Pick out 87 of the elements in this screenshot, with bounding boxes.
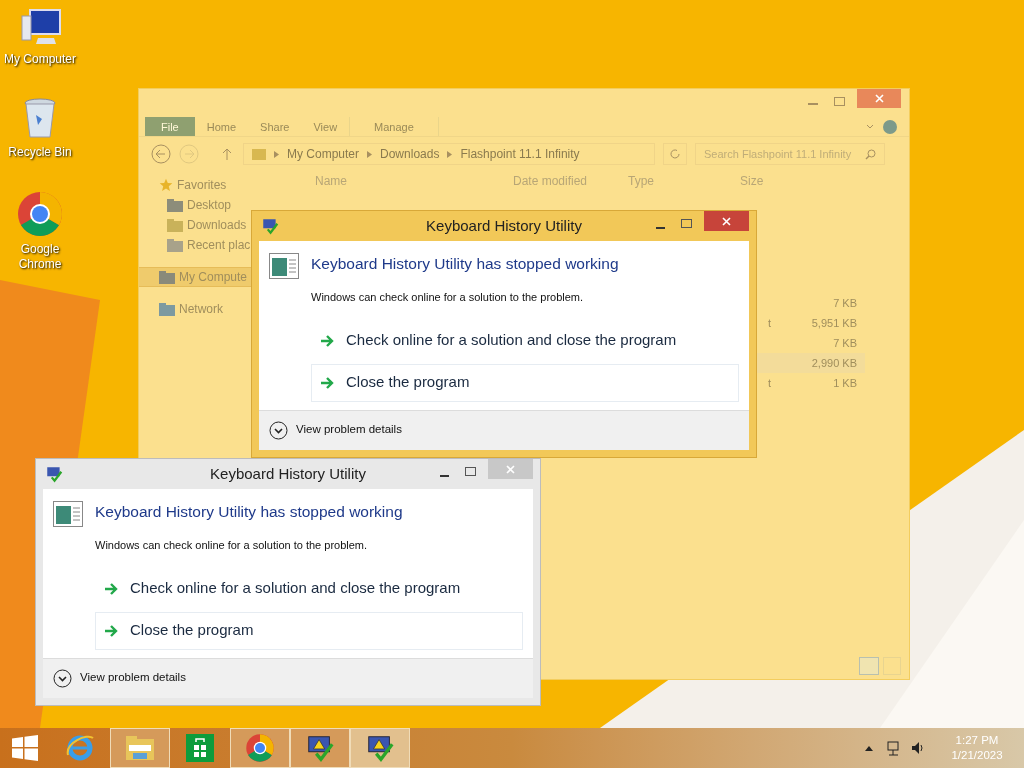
maximize-icon[interactable] [465, 466, 476, 476]
nav-item[interactable]: Downloads [139, 215, 263, 235]
chevron-up-icon[interactable] [864, 744, 874, 752]
command-link[interactable]: Check online for a solution and close the program [95, 569, 523, 608]
details-toggle-button[interactable]: View problem details [269, 420, 402, 440]
refresh-button[interactable] [663, 143, 687, 165]
chevron-down-icon [53, 668, 72, 688]
folder-icon [159, 302, 175, 316]
window-title: Keyboard History Utility [210, 463, 366, 484]
folder-icon [167, 198, 183, 212]
speaker-icon[interactable] [910, 740, 926, 756]
dialog-message: Windows can check online for a solution to the problem. [94, 538, 369, 553]
close-icon [506, 464, 515, 474]
back-icon[interactable] [151, 144, 171, 164]
close-button[interactable] [488, 459, 533, 479]
command-link[interactable]: Check online for a solution and close the program [311, 321, 739, 360]
breadcrumb-separator-icon [367, 150, 373, 158]
chevron-down-icon [269, 420, 288, 440]
ribbon-tab[interactable]: View [301, 117, 350, 136]
search-field[interactable]: Search Flashpoint 11.1 Infinity [695, 143, 885, 165]
star-icon [159, 178, 173, 192]
desktop-icon-label[interactable]: My Computer [4, 52, 76, 67]
browser-e-icon [65, 733, 95, 763]
folder-icon [159, 270, 175, 284]
app-icon [45, 465, 63, 483]
taskbar-button[interactable] [230, 728, 290, 768]
command-link[interactable]: Close the program [95, 611, 523, 650]
table-cell-text: 5,951 KB [810, 315, 858, 331]
nav-item[interactable]: Network [139, 299, 263, 319]
close-button[interactable] [857, 89, 901, 108]
chrome-icon [16, 190, 64, 238]
arrow-right-icon [320, 334, 334, 347]
app-icon [261, 217, 279, 235]
nav-item[interactable]: Recent plac [139, 235, 263, 255]
breadcrumb-item[interactable]: Downloads [380, 145, 440, 163]
breadcrumb-item[interactable]: Flashpoint 11.1 Infinity [460, 145, 580, 163]
help-icon[interactable] [883, 120, 897, 134]
arrow-right-icon [104, 624, 118, 637]
close-icon [722, 216, 731, 226]
close-button[interactable] [704, 211, 749, 231]
taskbar-button[interactable] [350, 728, 410, 768]
arrow-right-icon [104, 582, 118, 595]
chrome-icon [245, 733, 275, 763]
ribbon-tab[interactable]: Home [194, 117, 249, 136]
trash-bin-icon [22, 97, 58, 141]
breadcrumb-item[interactable]: My Computer [287, 145, 360, 163]
taskbar-button[interactable] [290, 728, 350, 768]
nav-item[interactable]: Desktop [139, 195, 263, 215]
search-icon [865, 148, 876, 160]
shopping-bag-icon [185, 733, 215, 763]
breadcrumb-separator-icon [447, 150, 453, 158]
folder-icon [252, 148, 266, 160]
breadcrumb-separator-icon [274, 150, 279, 158]
folder-icon [167, 238, 183, 252]
details-view-icon[interactable] [859, 657, 879, 675]
column-header[interactable]: Size [692, 172, 909, 190]
address-bar[interactable]: My Computer Downloads Flashpoint 11.1 Infinity [243, 143, 655, 165]
ribbon-tab[interactable]: Share [248, 117, 302, 136]
ribbon-tab[interactable]: File [145, 117, 195, 136]
ribbon-tab[interactable]: Manage [349, 117, 439, 136]
dialog-message: Windows can check online for a solution to the problem. [310, 290, 585, 305]
refresh-icon [669, 148, 681, 160]
maximize-icon[interactable] [681, 218, 692, 228]
folder-icon [167, 218, 183, 232]
table-cell: t [767, 316, 771, 329]
folder-icon [125, 735, 155, 761]
arrow-right-icon [320, 376, 334, 389]
dialog-heading: Keyboard History Utility has stopped working [311, 254, 619, 274]
details-toggle-button[interactable]: View problem details [53, 668, 186, 688]
program-window-icon [53, 501, 83, 527]
table-cell-text: 2,990 KB [810, 355, 858, 371]
nav-item[interactable]: Favorites [139, 175, 263, 195]
program-window-icon [269, 253, 299, 279]
table-cell-text: 1 KB [832, 375, 858, 391]
command-link[interactable]: Close the program [311, 363, 739, 402]
warning-monitor-icon [365, 733, 395, 763]
windows-logo-icon [12, 735, 38, 761]
dialog-heading: Keyboard History Utility has stopped working [95, 502, 403, 522]
desktop-icon-label[interactable]: Google Chrome [0, 242, 80, 272]
window-title: Keyboard History Utility [426, 215, 582, 236]
forward-icon[interactable] [179, 144, 199, 164]
desktop-icon-label[interactable]: Recycle Bin [8, 145, 72, 160]
warning-monitor-icon [305, 733, 335, 763]
close-icon [874, 94, 884, 104]
network-icon[interactable] [886, 740, 902, 756]
table-cell: t [767, 376, 771, 389]
clock[interactable]: 1:27 PM 1/21/2023 [942, 733, 1012, 763]
